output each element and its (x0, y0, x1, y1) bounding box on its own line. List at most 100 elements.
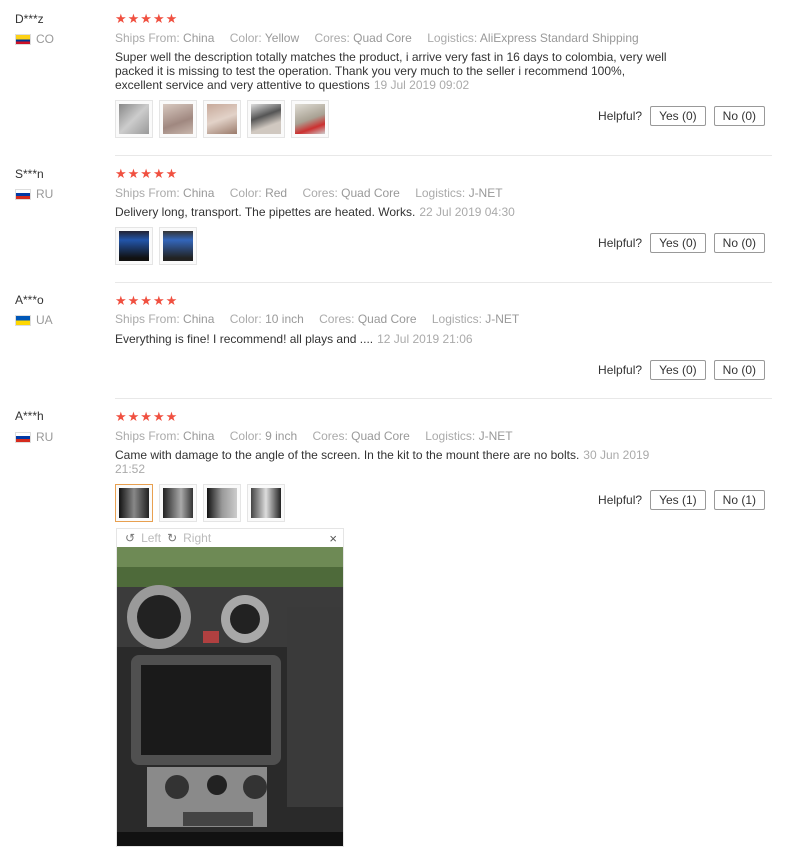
viewer-toolbar: ↺ Left ↻ Right (117, 529, 343, 547)
country-code: CO (36, 32, 54, 46)
reviewer-country: RU (15, 430, 53, 444)
review-body: Came with damage to the angle of the scr… (115, 448, 580, 462)
reviewer-name: S***n (15, 167, 44, 181)
photo-thumbnail[interactable] (291, 100, 329, 138)
rotate-left-icon[interactable]: ↺ (125, 531, 135, 545)
photo-thumbnail[interactable] (115, 100, 153, 138)
meta-key: Logistics: (431, 312, 482, 326)
meta-value: J-NET (468, 186, 503, 200)
meta-value: 9 inch (265, 429, 298, 443)
photo-thumbnail[interactable] (159, 484, 197, 522)
review-photos (115, 227, 197, 265)
helpful-controls: Helpful? Yes (0) No (0) (598, 360, 765, 380)
review-text: Everything is fine! I recommend! all pla… (115, 332, 675, 346)
photo-thumbnail[interactable] (115, 484, 153, 522)
review-divider (115, 398, 772, 399)
meta-key: Color: (229, 31, 262, 45)
review-meta: Ships From: China Color: 9 inch Cores: Q… (115, 429, 525, 443)
helpful-controls: Helpful? Yes (0) No (0) (598, 233, 765, 253)
helpful-yes-button[interactable]: Yes (0) (650, 360, 706, 380)
close-icon[interactable]: × (329, 531, 337, 546)
helpful-no-button[interactable]: No (1) (713, 490, 765, 510)
flag-co-icon (15, 33, 31, 45)
meta-value: Quad Core (341, 186, 400, 200)
helpful-no-button[interactable]: No (0) (713, 360, 765, 380)
meta-key: Color: (229, 186, 262, 200)
meta-value: China (183, 31, 215, 45)
country-code: UA (36, 313, 53, 327)
enlarged-photo (117, 547, 343, 846)
review-body: Delivery long, transport. The pipettes a… (115, 205, 416, 219)
country-code: RU (36, 430, 54, 444)
meta-value: J-NET (478, 429, 513, 443)
star-rating: ★★★★★ (115, 166, 179, 181)
meta-key: Color: (229, 429, 262, 443)
helpful-label: Helpful? (598, 236, 643, 250)
helpful-label: Helpful? (598, 109, 643, 123)
review-text: Super well the description totally match… (115, 50, 675, 92)
reviewer-country: CO (15, 32, 54, 46)
meta-key: Ships From: (115, 429, 180, 443)
flag-ru-icon (15, 188, 31, 200)
rotate-right-button[interactable]: Right (183, 531, 211, 545)
helpful-label: Helpful? (598, 363, 643, 377)
photo-thumbnail[interactable] (159, 227, 197, 265)
reviewer-name: A***h (15, 409, 44, 423)
rotate-left-button[interactable]: Left (141, 531, 161, 545)
meta-value: Quad Core (357, 312, 417, 326)
reviewer-country: RU (15, 187, 53, 201)
helpful-yes-button[interactable]: Yes (1) (650, 490, 706, 510)
review-meta: Ships From: China Color: Red Cores: Quad… (115, 186, 515, 200)
review-date: 12 Jul 2019 21:06 (377, 332, 473, 346)
meta-key: Ships From: (115, 312, 180, 326)
meta-value: China (183, 186, 215, 200)
review-meta: Ships From: China Color: Yellow Cores: Q… (115, 31, 651, 45)
review-photos (115, 100, 329, 138)
helpful-controls: Helpful? Yes (1) No (1) (598, 490, 765, 510)
flag-ua-icon (15, 314, 31, 326)
meta-value: J-NET (485, 312, 520, 326)
car-dashboard-photo (117, 547, 343, 846)
meta-key: Color: (229, 312, 262, 326)
photo-thumbnail[interactable] (203, 100, 241, 138)
meta-key: Logistics: (427, 31, 478, 45)
helpful-yes-button[interactable]: Yes (0) (650, 106, 706, 126)
reviewer-name: A***o (15, 293, 44, 307)
helpful-no-button[interactable]: No (0) (713, 233, 765, 253)
reviewer-country: UA (15, 313, 53, 327)
review-text: Came with damage to the angle of the scr… (115, 448, 675, 476)
meta-key: Cores: (319, 312, 355, 326)
helpful-yes-button[interactable]: Yes (0) (650, 233, 706, 253)
rotate-right-icon[interactable]: ↻ (167, 531, 177, 545)
meta-value: Quad Core (351, 429, 410, 443)
meta-value: China (183, 429, 215, 443)
meta-key: Cores: (312, 429, 348, 443)
photo-thumbnail[interactable] (247, 100, 285, 138)
photo-thumbnail[interactable] (159, 100, 197, 138)
photo-thumbnail[interactable] (247, 484, 285, 522)
meta-key: Cores: (314, 31, 350, 45)
meta-value: Quad Core (353, 31, 412, 45)
photo-viewer: ↺ Left ↻ Right × (116, 528, 344, 847)
photo-thumbnail[interactable] (203, 484, 241, 522)
photo-thumbnail[interactable] (115, 227, 153, 265)
review-text: Delivery long, transport. The pipettes a… (115, 205, 675, 219)
meta-value: China (183, 312, 215, 326)
star-rating: ★★★★★ (115, 409, 179, 424)
meta-key: Logistics: (415, 186, 466, 200)
meta-key: Ships From: (115, 186, 180, 200)
meta-value: 10 inch (265, 312, 304, 326)
review-photos (115, 484, 285, 522)
meta-key: Cores: (302, 186, 338, 200)
helpful-label: Helpful? (598, 493, 643, 507)
meta-key: Ships From: (115, 31, 180, 45)
reviewer-name: D***z (15, 12, 44, 26)
meta-value: Yellow (264, 31, 300, 45)
star-rating: ★★★★★ (115, 11, 179, 26)
helpful-no-button[interactable]: No (0) (713, 106, 765, 126)
meta-value: AliExpress Standard Shipping (479, 31, 639, 45)
meta-value: Red (265, 186, 288, 200)
review-date: 19 Jul 2019 09:02 (373, 78, 470, 92)
review-body: Everything is fine! I recommend! all pla… (115, 332, 374, 346)
review-divider (115, 155, 772, 156)
